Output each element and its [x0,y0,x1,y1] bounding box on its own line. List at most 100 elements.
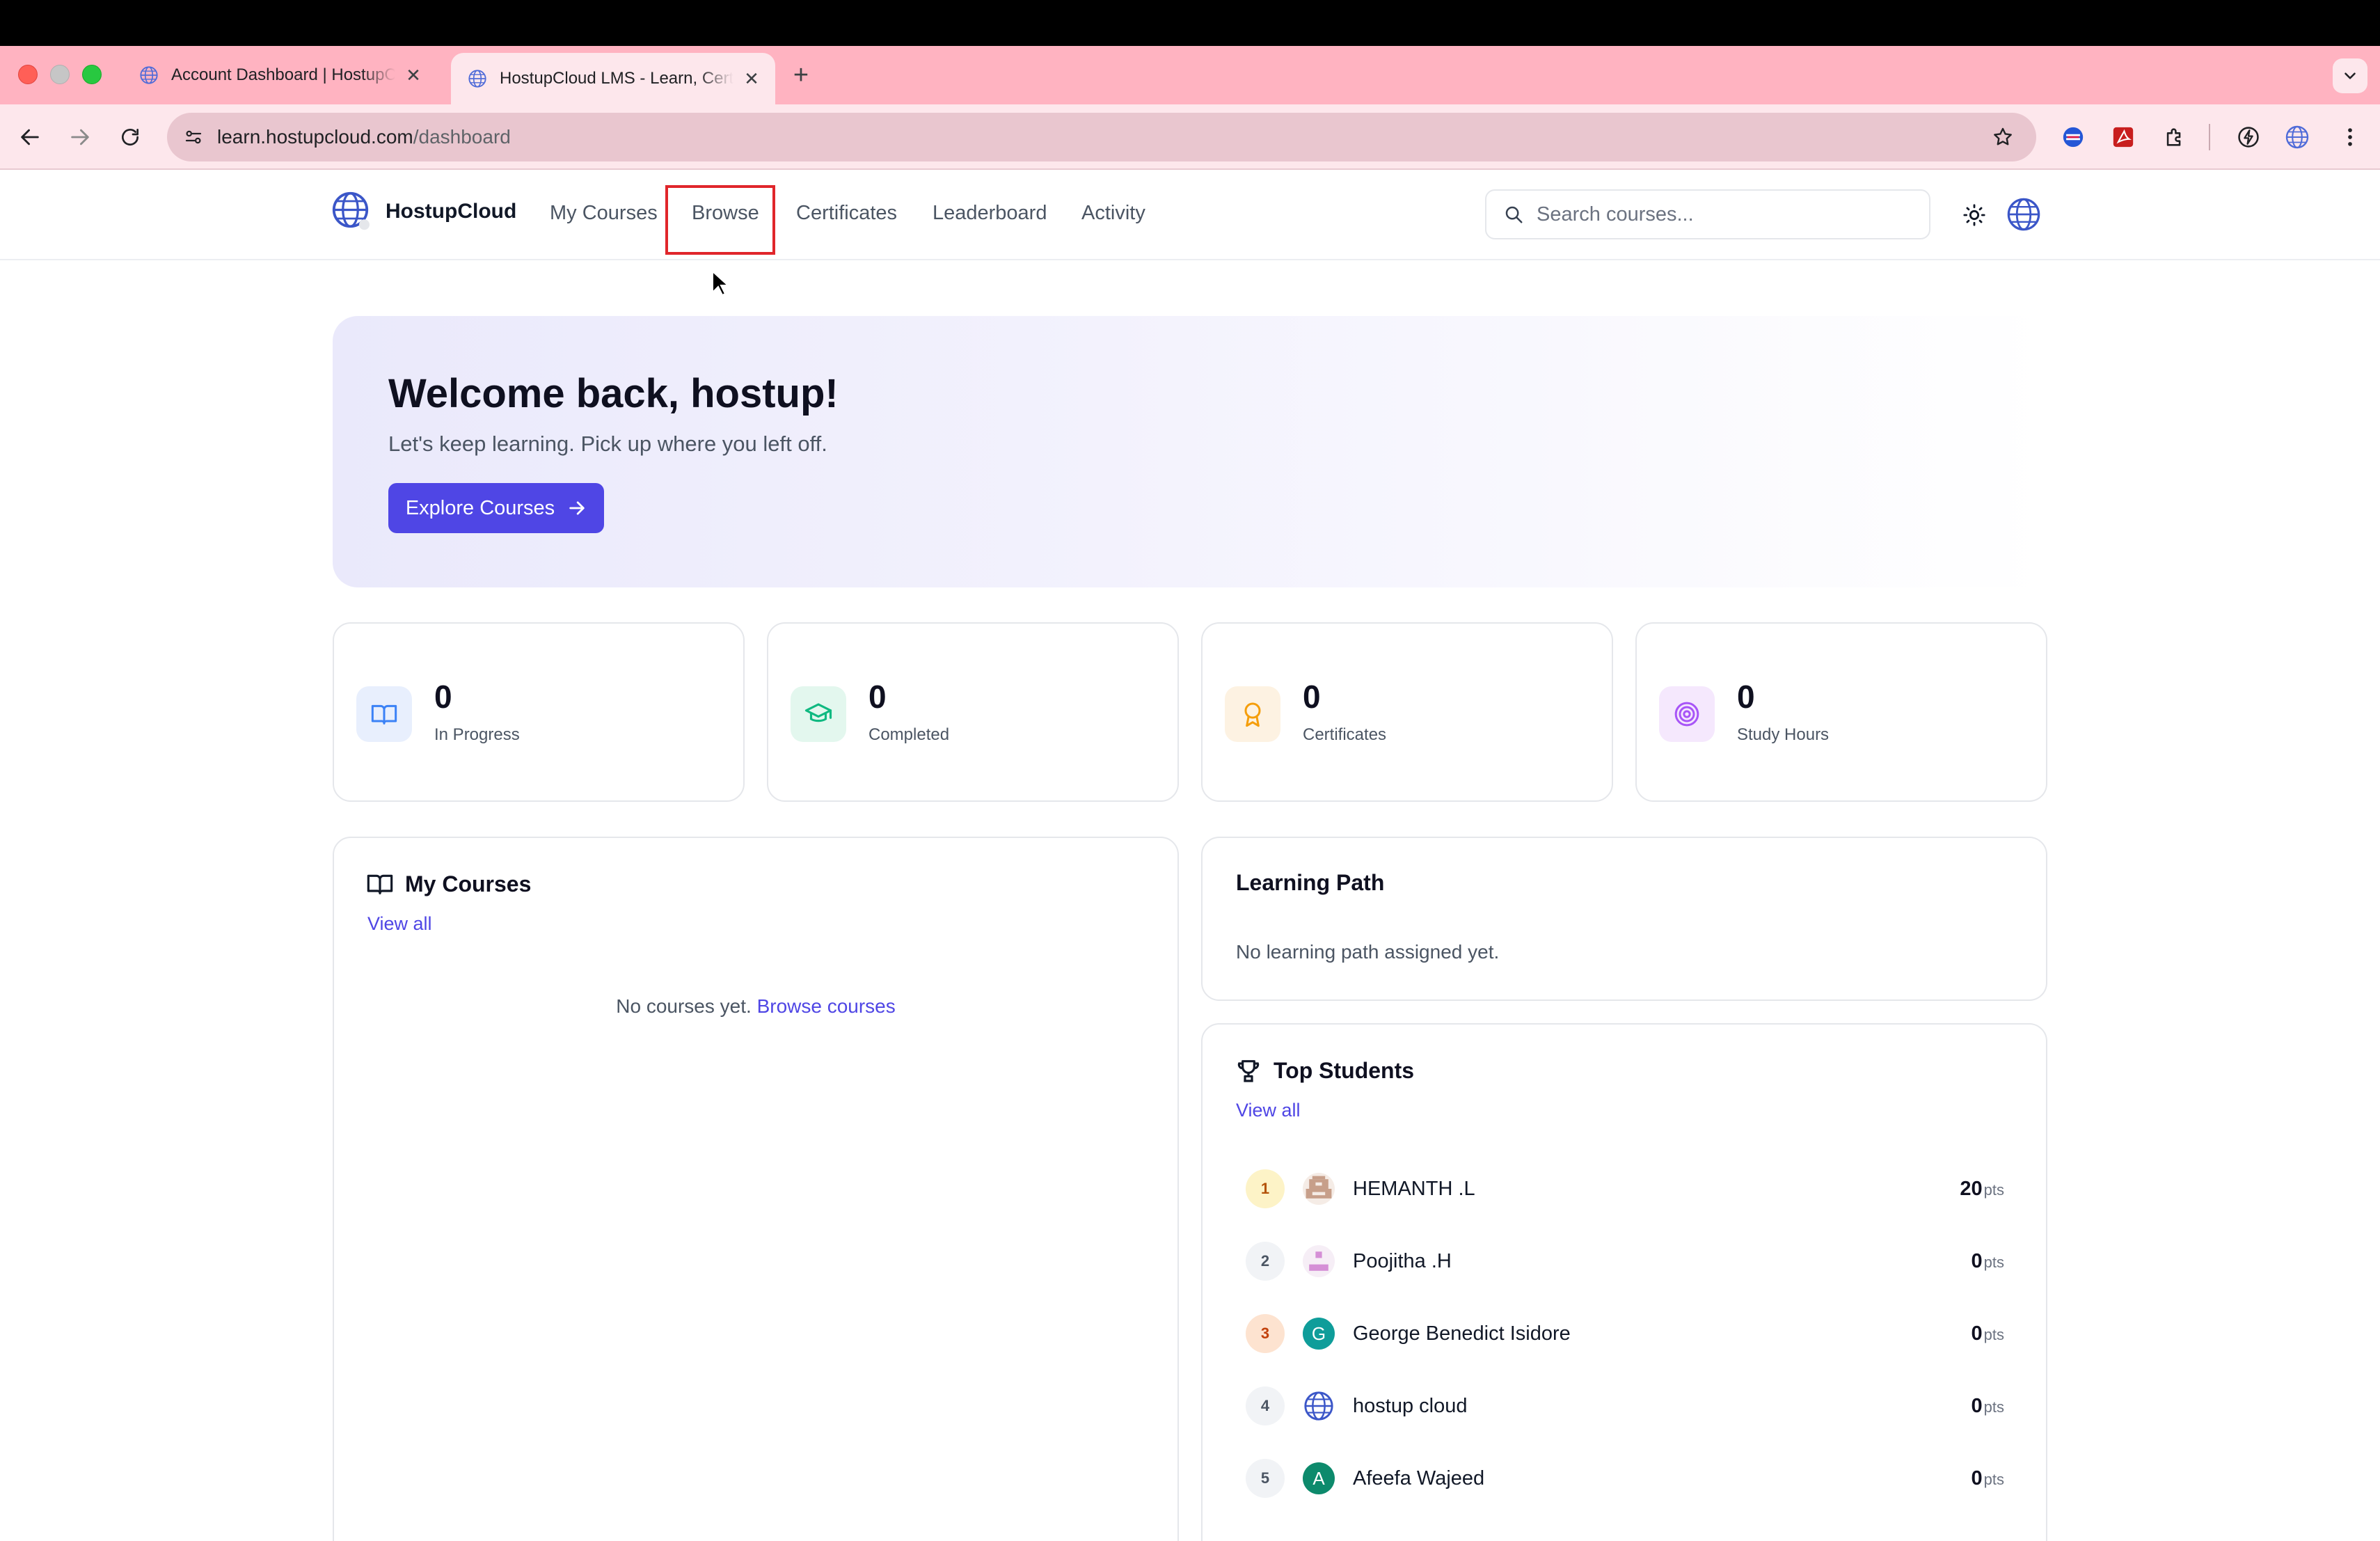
my-courses-panel [333,837,1179,1541]
screen-top-bar [0,0,2380,46]
browser-tab-account-dashboard[interactable]: Account Dashboard | HostupCloud ✕ [122,53,437,97]
sun-icon [1963,204,1985,226]
stat-label: Completed [868,725,950,744]
extension-pdf-icon[interactable] [2106,120,2141,155]
points-value: 0 [1971,1249,1983,1272]
award-icon [1225,686,1280,742]
welcome-title: Welcome back, hostup! [388,371,839,416]
nav-leaderboard[interactable]: Leaderboard [933,202,1047,225]
student-row[interactable]: 2 Poojitha .H 0pts [1246,1233,2004,1289]
site-settings-icon[interactable] [180,123,207,151]
performance-bolt-icon[interactable] [2231,120,2266,155]
user-avatar-globe-icon[interactable] [2006,196,2042,232]
stat-card-study-hours: 0 Study Hours [1635,622,2047,802]
student-row[interactable]: 1 HEMANTH .L 20pts [1246,1161,2004,1217]
nav-certificates[interactable]: Certificates [796,202,897,225]
explore-courses-label: Explore Courses [405,496,555,519]
learning-path-empty-text: No learning path assigned yet. [1236,941,1500,963]
student-points: 0pts [1972,1322,2005,1345]
url-text: learn.hostupcloud.com/dashboard [217,126,1988,148]
extension-flag-icon[interactable] [2056,120,2091,155]
stat-value: 0 [868,679,887,715]
pixel-avatar-icon [1303,1245,1335,1277]
letter-avatar: A [1303,1462,1335,1494]
graduation-cap-icon [791,686,846,742]
close-tab-icon[interactable]: ✕ [742,68,761,89]
student-row[interactable]: 4 hostup cloud 0pts [1246,1378,2004,1434]
points-unit: pts [1983,1470,2004,1488]
tab-search-button[interactable] [2333,58,2367,93]
my-courses-title: My Courses [405,871,532,896]
arrow-right-icon [71,129,89,145]
arrow-right-icon [569,501,585,515]
book-open-icon [356,686,412,742]
points-unit: pts [1983,1180,2004,1199]
mouse-cursor-icon [712,270,729,297]
nav-activity[interactable]: Activity [1081,202,1145,225]
empty-text: No courses yet. [616,995,752,1017]
address-bar[interactable]: learn.hostupcloud.com/dashboard [167,113,2036,161]
browse-courses-link[interactable]: Browse courses [757,995,896,1017]
new-tab-button[interactable]: + [786,61,816,90]
rank-badge: 1 [1246,1169,1285,1208]
url-path: /dashboard [413,126,511,148]
student-name: HEMANTH .L [1353,1177,1475,1200]
welcome-subtitle: Let's keep learning. Pick up where you l… [388,432,827,456]
extensions-puzzle-icon[interactable] [2157,120,2192,155]
student-points: 0pts [1972,1395,2005,1418]
brand-name: HostupCloud [386,200,517,223]
student-row[interactable]: 5 A Afeefa Wajeed 0pts [1246,1451,2004,1506]
search-icon [1502,203,1525,226]
my-courses-view-all-link[interactable]: View all [367,913,432,935]
course-search-box[interactable]: Search courses... [1485,189,1930,239]
points-value: 0 [1971,1467,1983,1489]
brand-logo-link[interactable]: HostupCloud [331,191,516,232]
back-button[interactable] [13,120,47,155]
letter-avatar: G [1303,1318,1335,1350]
toolbar-separator [2209,124,2210,150]
stat-value: 0 [1303,679,1321,715]
stat-label: Study Hours [1737,725,1830,744]
points-unit: pts [1983,1325,2004,1343]
points-value: 0 [1971,1394,1983,1417]
top-students-title: Top Students [1274,1057,1415,1083]
student-points: 0pts [1972,1250,2005,1273]
browse-highlight-box [665,185,775,255]
search-input[interactable]: Search courses... [1537,203,1694,226]
reload-button[interactable] [113,120,148,155]
stat-card-certificates: 0 Certificates [1201,622,1613,802]
browser-tab-lms[interactable]: HostupCloud LMS - Learn, Certify ✕ [451,53,775,104]
student-name: George Benedict Isidore [1353,1322,1571,1345]
student-name: Poojitha .H [1353,1249,1452,1272]
explore-courses-button[interactable]: Explore Courses [388,483,604,533]
window-zoom-button[interactable] [82,65,102,84]
reload-icon [122,129,138,145]
points-unit: pts [1983,1398,2004,1416]
forward-button[interactable] [63,120,97,155]
arrow-left-icon [21,129,39,145]
points-value: 20 [1960,1177,1983,1200]
browser-menu-icon[interactable] [2333,120,2367,155]
top-students-view-all-link[interactable]: View all [1236,1100,1301,1121]
my-courses-empty-state: No courses yet. Browse courses [333,995,1179,1018]
bookmark-star-icon[interactable] [1988,122,2018,152]
tab-title: Account Dashboard | HostupCloud [171,65,395,84]
book-open-icon [366,870,394,898]
close-tab-icon[interactable]: ✕ [404,65,423,86]
tab-title: HostupCloud LMS - Learn, Certify [500,69,733,88]
profile-globe-icon[interactable] [2280,120,2315,155]
stat-value: 0 [1737,679,1755,715]
target-icon [1659,686,1715,742]
trophy-icon [1235,1057,1262,1084]
student-name: Afeefa Wajeed [1353,1467,1485,1489]
window-close-button[interactable] [18,65,38,84]
rank-badge: 3 [1246,1314,1285,1353]
theme-toggle-button[interactable] [1958,199,1990,231]
stat-label: Certificates [1303,725,1387,744]
learning-path-panel [1201,837,2047,1001]
student-name: hostup cloud [1353,1394,1468,1417]
window-minimize-button[interactable] [50,65,70,84]
student-row[interactable]: 3 G George Benedict Isidore 0pts [1246,1306,2004,1361]
nav-my-courses[interactable]: My Courses [550,202,658,225]
welcome-hero: Welcome back, hostup! Let's keep learnin… [333,316,2047,587]
